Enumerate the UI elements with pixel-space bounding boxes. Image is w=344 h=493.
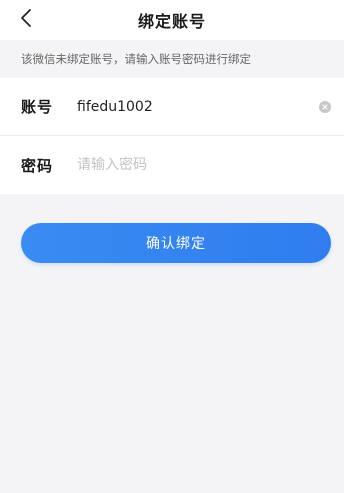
account-row: 账号 <box>0 78 344 136</box>
account-label: 账号 <box>21 98 54 116</box>
notice-text: 该微信未绑定账号，请输入账号密码进行绑定 <box>0 40 344 78</box>
navigation-bar: 绑定账号 <box>0 0 344 40</box>
clear-icon[interactable] <box>319 101 331 113</box>
confirm-bind-button[interactable]: 确认绑定 <box>21 223 331 263</box>
password-label: 密码 <box>21 156 54 175</box>
bind-form: 账号 密码 <box>0 78 344 194</box>
page-title: 绑定账号 <box>137 12 206 31</box>
password-row: 密码 <box>0 136 344 194</box>
account-input[interactable] <box>77 91 344 122</box>
password-input[interactable] <box>77 150 344 180</box>
bind-account-page: 绑定账号 该微信未绑定账号，请输入账号密码进行绑定 账号 密码 确认绑定 <box>0 0 344 493</box>
back-button[interactable] <box>12 6 40 34</box>
chevron-left-icon <box>19 8 33 32</box>
